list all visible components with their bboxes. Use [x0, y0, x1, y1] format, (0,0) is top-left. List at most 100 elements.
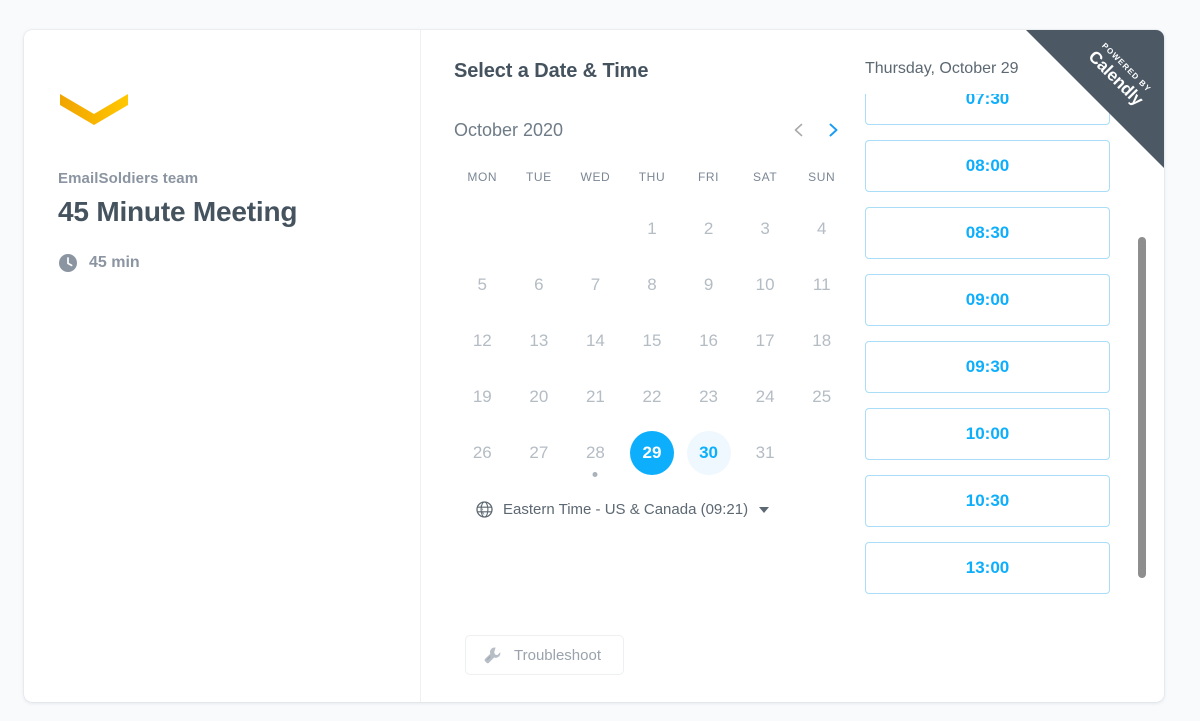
calendar-day-3: 3	[743, 207, 787, 251]
calendar-day-cell: 13	[511, 313, 568, 369]
calendar-day-blank	[454, 201, 511, 257]
previous-month-button[interactable]	[782, 116, 816, 144]
calendar-day-26: 26	[460, 431, 504, 475]
time-slot-0930[interactable]: 09:30	[865, 341, 1110, 393]
chevron-down-logo-icon	[58, 92, 130, 126]
caret-down-icon	[759, 506, 770, 513]
ribbon-shape: POWERED BY Calendly	[1024, 30, 1164, 170]
time-slot-1000[interactable]: 10:00	[865, 408, 1110, 460]
calendar-day-10: 10	[743, 263, 787, 307]
calendar-day-14: 14	[573, 319, 617, 363]
calendar-day-cell: 21	[567, 369, 624, 425]
event-details-panel: EmailSoldiers team 45 Minute Meeting 45 …	[24, 30, 421, 702]
time-slot-0830[interactable]: 08:30	[865, 207, 1110, 259]
calendar-day-cell: 24	[737, 369, 794, 425]
calendar-day-cell: 3	[737, 201, 794, 257]
powered-by-calendly-ribbon: POWERED BY Calendly	[1024, 30, 1164, 170]
weekday-header-row: MON TUE WED THU FRI SAT SUN	[454, 170, 850, 184]
weekday-label: SUN	[808, 170, 836, 184]
calendar-day-13: 13	[517, 319, 561, 363]
calendar-day-cell: 10	[737, 257, 794, 313]
calendar-day-cell: 18	[793, 313, 850, 369]
calendar-day-blank	[567, 201, 624, 257]
calendar-day-15: 15	[630, 319, 674, 363]
calendar-day-cell: 29	[624, 425, 681, 481]
calendar-day-17: 17	[743, 319, 787, 363]
calendar-day-18: 18	[800, 319, 844, 363]
weekday-label: FRI	[697, 170, 720, 184]
calendar-day-blank	[511, 201, 568, 257]
booking-card: EmailSoldiers team 45 Minute Meeting 45 …	[24, 30, 1164, 702]
calendar-day-cell: 19	[454, 369, 511, 425]
calendar-day-cell: 27	[511, 425, 568, 481]
clock-icon	[58, 253, 78, 273]
calendar-day-cell: 16	[680, 313, 737, 369]
duration-label: 45 min	[89, 254, 140, 271]
calendar-day-cell: 7	[567, 257, 624, 313]
calendar-day-24: 24	[743, 375, 787, 419]
timezone-label: Eastern Time - US & Canada (09:21)	[503, 501, 749, 518]
time-slot-0900[interactable]: 09:00	[865, 274, 1110, 326]
calendar-day-21: 21	[573, 375, 617, 419]
calendar-day-20: 20	[517, 375, 561, 419]
month-navigation: October 2020	[454, 116, 850, 144]
calendar-day-cell: 22	[624, 369, 681, 425]
calendar-day-cell: 4	[793, 201, 850, 257]
calendar-day-28: 28	[573, 431, 617, 475]
time-slot-1030[interactable]: 10:30	[865, 475, 1110, 527]
calendar-day-cell: 25	[793, 369, 850, 425]
timezone-selector[interactable]: Eastern Time - US & Canada (09:21)	[454, 501, 850, 518]
calendar-day-9: 9	[687, 263, 731, 307]
chevron-left-icon	[791, 122, 807, 138]
next-month-button[interactable]	[816, 116, 850, 144]
calendar-day-30[interactable]: 30	[686, 431, 731, 475]
calendar-day-cell: 8	[624, 257, 681, 313]
weekday-label: TUE	[525, 170, 552, 184]
calendar-day-cell: 17	[737, 313, 794, 369]
event-duration: 45 min	[58, 253, 386, 273]
calendar-day-cell: 12	[454, 313, 511, 369]
calendar-day-22: 22	[630, 375, 674, 419]
calendar-day-cell: 14	[567, 313, 624, 369]
calendar-day-7: 7	[573, 263, 617, 307]
calendar-day-11: 11	[800, 263, 844, 307]
chevron-right-icon	[825, 122, 841, 138]
calendar-day-25: 25	[800, 375, 844, 419]
calendar-day-6: 6	[517, 263, 561, 307]
calendar-day-19: 19	[460, 375, 504, 419]
organizer-name: EmailSoldiers team	[58, 170, 199, 187]
calendar-day-cell: 20	[511, 369, 568, 425]
booking-page: EmailSoldiers team 45 Minute Meeting 45 …	[0, 0, 1200, 721]
time-slots-scroll-area[interactable]: 07:30 08:00 08:30 09:00 09:30 10:00 10:30 13:00	[854, 94, 1164, 702]
weekday-label: WED	[580, 170, 611, 184]
calendar-day-cell: 11	[793, 257, 850, 313]
globe-icon	[476, 501, 493, 518]
wrench-icon	[483, 646, 502, 665]
calendar-day-27: 27	[517, 431, 561, 475]
scrollbar-thumb[interactable]	[1138, 237, 1146, 578]
troubleshoot-button[interactable]: Troubleshoot	[465, 635, 624, 675]
weekday-label: MON	[467, 170, 498, 184]
calendar-day-cell: 26	[454, 425, 511, 481]
calendar-day-cell: 2	[680, 201, 737, 257]
calendar-day-cell: 1	[624, 201, 681, 257]
ribbon-text-block[interactable]: POWERED BY Calendly	[1024, 30, 1164, 170]
footer-actions: Troubleshoot	[454, 635, 854, 702]
calendar-days-grid: 1 2 3 4 5 6 7 8 9 10 11 12 13 14 15 16 17 18 19 20 21 22 23 24 2…	[454, 201, 850, 481]
troubleshoot-label: Troubleshoot	[514, 646, 601, 664]
calendar-day-12: 12	[460, 319, 504, 363]
calendar-day-5: 5	[460, 263, 504, 307]
current-month-label: October 2020	[454, 119, 564, 140]
calendar-day-cell: 23	[680, 369, 737, 425]
calendar-day-29[interactable]: 29	[629, 431, 674, 475]
calendar-day-2: 2	[687, 207, 731, 251]
calendar-day-4: 4	[800, 207, 844, 251]
calendar-day-cell: 15	[624, 313, 681, 369]
calendar-day-cell: 30	[680, 425, 737, 481]
weekday-label: THU	[638, 170, 666, 184]
weekday-label: SAT	[753, 170, 778, 184]
calendar-day-cell: 28	[567, 425, 624, 481]
time-slot-1300[interactable]: 13:00	[865, 542, 1110, 594]
calendar-day-8: 8	[630, 263, 674, 307]
calendar-panel: Select a Date & Time October 2020 MON TU…	[421, 30, 854, 702]
